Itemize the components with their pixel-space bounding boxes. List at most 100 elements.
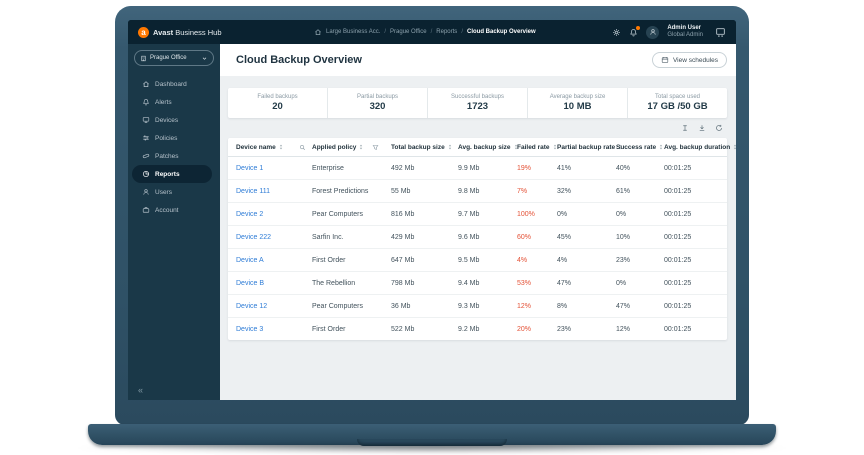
breadcrumb-link[interactable]: Large Business Acc. (326, 29, 380, 35)
cell-device[interactable]: Device A (236, 257, 312, 264)
org-selector[interactable]: Prague Office (134, 50, 214, 66)
stat-label: Failed backups (257, 94, 297, 100)
sort-icon (732, 144, 736, 150)
search-icon[interactable] (299, 144, 306, 151)
cell-avg: 9.3 Mb (458, 303, 517, 310)
breadcrumb-separator: / (384, 29, 386, 35)
breadcrumb-current: Cloud Backup Overview (467, 29, 536, 35)
cell-partial: 8% (557, 303, 616, 310)
sidebar-item-label: Patches (155, 153, 179, 160)
breadcrumb-link[interactable]: Reports (436, 29, 457, 35)
cell-failed: 53% (517, 280, 557, 287)
stat-label: Successful backups (451, 94, 504, 100)
settings-icon[interactable] (612, 28, 621, 37)
cell-device[interactable]: Device 1 (236, 165, 312, 172)
table-row: Device 3First Order522 Mb9.2 Mb20%23%12%… (228, 317, 727, 340)
column-header-avg[interactable]: Avg. backup size (458, 144, 517, 151)
column-label: Device name (236, 144, 276, 151)
cell-device[interactable]: Device 222 (236, 234, 312, 241)
sliders-icon (142, 134, 150, 142)
cell-success: 10% (616, 234, 664, 241)
cell-device[interactable]: Device 12 (236, 303, 312, 310)
monitor-icon (142, 116, 150, 124)
download-icon[interactable] (698, 124, 706, 132)
cell-duration: 00:01:25 (664, 326, 727, 333)
brand-name: Avast Business Hub (153, 28, 222, 37)
stat-label: Partial backups (357, 94, 398, 100)
cell-total: 55 Mb (391, 188, 458, 195)
bandage-icon (142, 152, 150, 160)
column-label: Avg. backup duration (664, 144, 730, 151)
cell-failed: 100% (517, 211, 557, 218)
home-icon (314, 28, 322, 36)
user-name: Admin User (667, 25, 703, 32)
column-header-success[interactable]: Success rate (616, 144, 664, 151)
cell-device[interactable]: Device B (236, 280, 312, 287)
cell-avg: 9.5 Mb (458, 257, 517, 264)
sidebar-collapse-button[interactable]: « (138, 386, 143, 395)
breadcrumb-separator: / (431, 29, 433, 35)
sidebar-item-policies[interactable]: Policies (132, 129, 212, 147)
org-selector-label: Prague Office (150, 55, 187, 61)
fit-columns-icon[interactable] (681, 124, 689, 132)
pie-icon (142, 170, 150, 178)
sidebar-item-label: Devices (155, 117, 178, 124)
sidebar: Prague Office DashboardAlerts Devices Poli… (128, 44, 220, 400)
sidebar-item-dashboard[interactable]: Dashboard (132, 75, 212, 93)
app-screen: a Avast Business Hub Large Business Acc.… (128, 20, 736, 400)
sidebar-item-reports[interactable]: Reports (132, 165, 212, 183)
sidebar-item-devices[interactable]: Devices (132, 111, 212, 129)
column-label: Applied policy (312, 144, 356, 151)
table-row: Device 1Enterprise492 Mb9.9 Mb19%41%40%0… (228, 157, 727, 179)
column-header-policy[interactable]: Applied policy (312, 144, 391, 151)
column-label: Total backup size (391, 144, 445, 151)
breadcrumb-separator: / (461, 29, 463, 35)
stat-item: Average backup size10 MB (527, 88, 627, 118)
cell-policy: Sarfin Inc. (312, 234, 391, 241)
column-header-duration[interactable]: Avg. backup duration (664, 144, 736, 151)
view-schedules-button[interactable]: View schedules (652, 52, 727, 68)
cell-policy: First Order (312, 326, 391, 333)
sidebar-item-alerts[interactable]: Alerts (132, 93, 212, 111)
cell-duration: 00:01:25 (664, 165, 727, 172)
user-menu[interactable]: Admin User Global Admin (667, 25, 703, 39)
cell-policy: The Rebellion (312, 280, 391, 287)
cell-failed: 20% (517, 326, 557, 333)
sort-icon (447, 144, 453, 150)
table-row: Device 12Pear Computers36 Mb9.3 Mb12%8%4… (228, 294, 727, 317)
main-content: Cloud Backup Overview View schedules Fai… (220, 44, 736, 400)
cell-device[interactable]: Device 111 (236, 188, 312, 195)
cell-duration: 00:01:25 (664, 234, 727, 241)
apps-icon[interactable] (715, 27, 726, 38)
cell-failed: 12% (517, 303, 557, 310)
stat-item: Partial backups320 (327, 88, 427, 118)
sidebar-item-account[interactable]: Account (132, 201, 212, 219)
column-header-device[interactable]: Device name (236, 144, 312, 151)
table-row: Device 2Pear Computers816 Mb9.7 Mb100%0%… (228, 202, 727, 225)
refresh-icon[interactable] (715, 124, 723, 132)
column-header-failed[interactable]: Failed rate (517, 144, 557, 151)
breadcrumb-link[interactable]: Prague Office (390, 29, 427, 35)
stat-item: Total space used17 GB /50 GB (627, 88, 727, 118)
cell-duration: 00:01:25 (664, 211, 727, 218)
chevron-down-icon (201, 55, 208, 62)
avast-logo-icon: a (138, 27, 149, 38)
cell-avg: 9.4 Mb (458, 280, 517, 287)
sidebar-item-patches[interactable]: Patches (132, 147, 212, 165)
laptop-base (88, 424, 776, 445)
cell-avg: 9.6 Mb (458, 234, 517, 241)
cell-device[interactable]: Device 3 (236, 326, 312, 333)
cell-success: 47% (616, 303, 664, 310)
sidebar-item-users[interactable]: Users (132, 183, 212, 201)
stat-item: Successful backups1723 (427, 88, 527, 118)
brand: a Avast Business Hub (138, 27, 234, 38)
column-header-partial[interactable]: Partial backup rate (557, 144, 616, 151)
filter-icon[interactable] (372, 144, 379, 151)
cell-failed: 4% (517, 257, 557, 264)
notifications-icon[interactable] (629, 28, 638, 37)
column-header-total[interactable]: Total backup size (391, 144, 458, 151)
cell-device[interactable]: Device 2 (236, 211, 312, 218)
cell-avg: 9.9 Mb (458, 165, 517, 172)
avatar[interactable] (646, 26, 659, 39)
cell-success: 0% (616, 280, 664, 287)
